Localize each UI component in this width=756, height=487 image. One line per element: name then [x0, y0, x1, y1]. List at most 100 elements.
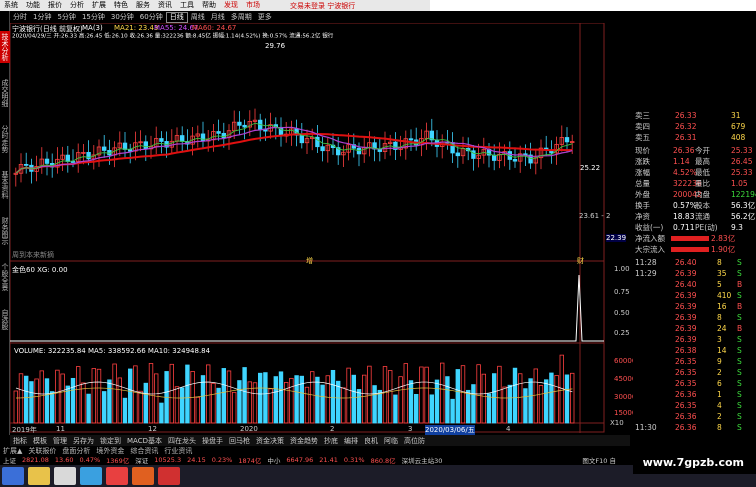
indicator-tab-11[interactable]: 抄底 [321, 436, 341, 446]
indicator-tab-1[interactable]: 模板 [30, 436, 50, 446]
period-tab-5[interactable]: 60分钟 [137, 12, 166, 22]
folder-icon[interactable] [28, 467, 50, 485]
indicator-tab-3[interactable]: 另存为 [70, 436, 97, 446]
indicator-tab-15[interactable]: 高位防 [401, 436, 428, 446]
status-item-4: 1369亿 [106, 457, 130, 465]
volume-bar [122, 397, 128, 424]
volume-bar [231, 391, 237, 424]
status-item-7: 24.15 [187, 456, 206, 464]
side-tab-6[interactable]: 自选股 [0, 307, 10, 332]
sell-row-0: 卖三 26.33 31 [633, 110, 756, 121]
menu-item-1[interactable]: 功能 [22, 0, 44, 11]
volume-bar [486, 393, 492, 424]
volume-bar [481, 373, 486, 424]
volume-bar [419, 366, 424, 424]
status-item-14: 860.8亿 [370, 457, 396, 465]
volume-bar [434, 379, 440, 424]
tick-side: S [737, 357, 742, 366]
period-tab-0[interactable]: 分时 [10, 12, 30, 22]
indicator-axis-075: 0.75 [614, 288, 630, 296]
volume-bar [112, 363, 117, 424]
sell-label: 卖五 [635, 133, 650, 142]
tick-row-4: 26.39 16 B [633, 301, 756, 312]
indicator-tab-13[interactable]: 良机 [361, 436, 381, 446]
note-cai: 财 [577, 257, 584, 265]
stat-label-1: 换手 [635, 201, 650, 210]
menu-item-6[interactable]: 服务 [132, 0, 154, 11]
menu-promo[interactable]: 交易未登录 宁波银行 [290, 1, 355, 11]
side-tab-2[interactable]: 分时走势 [0, 123, 10, 155]
candle-body [44, 158, 50, 164]
period-tab-1[interactable]: 1分钟 [30, 12, 54, 22]
indicator-tab-6[interactable]: 四在龙头 [165, 436, 199, 446]
period-tab-9[interactable]: 多周期 [228, 12, 255, 22]
chart-canvas[interactable] [10, 23, 605, 433]
tick-price: 26.36 [675, 390, 697, 399]
indicator-tab-8[interactable]: 回马枪 [226, 436, 253, 446]
period-tab-4[interactable]: 30分钟 [108, 12, 137, 22]
indicator-tab-5[interactable]: MACD基本 [124, 436, 165, 446]
candle-body [159, 138, 164, 142]
side-tab-0[interactable]: 技术分析 [0, 31, 10, 63]
volume-bar [91, 368, 96, 424]
stat-label-1: 涨幅 [635, 168, 650, 177]
tick-vol: 4 [717, 401, 722, 410]
tick-price: 26.38 [675, 346, 697, 355]
indicator-tab-0[interactable]: 指标 [10, 436, 30, 446]
media-icon[interactable] [80, 467, 102, 485]
stat-value-1: 18.83 [673, 212, 695, 221]
indicator-label: 金色60 XG: 0.00 [12, 266, 68, 274]
volume-bar [544, 379, 549, 424]
volume-bar [325, 375, 330, 424]
date-2: 2 [330, 425, 335, 433]
stat-value-2: 25.33 [731, 146, 753, 155]
period-tab-2[interactable]: 5分钟 [54, 12, 78, 22]
ad-banner[interactable] [430, 0, 756, 11]
period-tab-8[interactable]: 月线 [208, 12, 228, 22]
tick-row-15: 11:30 26.36 8 S [633, 422, 756, 433]
menu-item-0[interactable]: 系统 [0, 0, 22, 11]
indicator-tab-7[interactable]: 操盘手 [199, 436, 226, 446]
side-tab-4[interactable]: 财务图示 [0, 215, 10, 247]
volume-bar [242, 367, 247, 424]
menu-item-9[interactable]: 帮助 [198, 0, 220, 11]
indicator-tab-2[interactable]: 管理 [50, 436, 70, 446]
volume-bar [102, 391, 107, 424]
volume-bar [393, 394, 398, 424]
menu-item-5[interactable]: 特色 [110, 0, 132, 11]
volume-bar [39, 370, 44, 424]
volume-bar [159, 402, 164, 424]
side-tab-3[interactable]: 基本资料 [0, 169, 10, 201]
indicator-tab-14[interactable]: 阿临 [381, 436, 401, 446]
menu-item-2[interactable]: 报价 [44, 0, 66, 11]
side-tab-5[interactable]: 个股全景 [0, 261, 10, 293]
chrome-icon[interactable] [54, 467, 76, 485]
app-icon[interactable] [106, 467, 128, 485]
period-tab-10[interactable]: 更多 [255, 12, 275, 22]
indicator-tab-10[interactable]: 资金趋势 [287, 436, 321, 446]
period-tab-6[interactable]: 日线 [165, 11, 188, 23]
a-icon[interactable] [158, 467, 180, 485]
stat-value-1: 26.36 [673, 146, 695, 155]
flow-value: 2.83亿 [711, 234, 736, 243]
kline-chart[interactable]: 宁波银行(日线 前复权) MA(3) MA21: 23.43 MA55: 24.… [10, 23, 636, 435]
menu-item-8[interactable]: 工具 [176, 0, 198, 11]
indicator-tab-4[interactable]: 锁定到 [97, 436, 124, 446]
stock-app-icon[interactable] [132, 467, 154, 485]
volume-bar [179, 387, 185, 424]
volume-bar [382, 366, 388, 424]
menu-item-7[interactable]: 资讯 [154, 0, 176, 11]
side-tab-1[interactable]: 成交明细 [0, 77, 10, 109]
menu-item-4[interactable]: 扩展 [88, 0, 110, 11]
indicator-tab-12[interactable]: 编排 [341, 436, 361, 446]
start-icon[interactable] [2, 467, 24, 485]
flow-label: 净流入额 [635, 234, 665, 243]
menu-highlight-1[interactable]: 市场 [242, 0, 264, 11]
volume-bar [252, 382, 258, 424]
period-tab-7[interactable]: 周线 [188, 12, 208, 22]
menu-highlight-0[interactable]: 发现 [220, 0, 242, 11]
indicator-tab-9[interactable]: 资金决策 [253, 436, 287, 446]
menu-item-3[interactable]: 分析 [66, 0, 88, 11]
volume-bar [143, 382, 148, 424]
period-tab-3[interactable]: 15分钟 [79, 12, 108, 22]
